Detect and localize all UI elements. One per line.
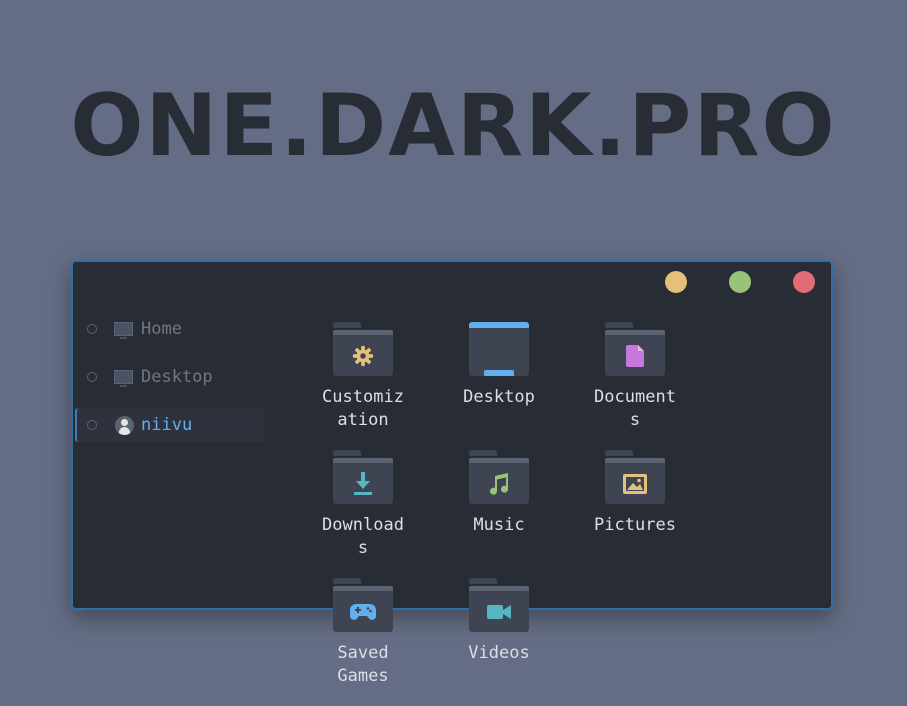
sidebar-item-niivu[interactable]: niivu [75, 408, 264, 442]
folder-icon [333, 578, 393, 632]
sidebar-item-home[interactable]: Home [76, 312, 264, 346]
file-label: Videos [468, 643, 530, 663]
user-icon [114, 415, 134, 435]
close-button[interactable] [793, 271, 815, 293]
radio-indicator [87, 324, 97, 334]
file-manager-window: Home Desktop niivu Customiz ation Deskto… [71, 260, 833, 686]
folder-icon [605, 322, 665, 376]
download-icon [354, 471, 372, 495]
video-camera-icon [487, 604, 511, 619]
file-label: Saved Games [337, 643, 389, 686]
window-controls [665, 271, 815, 293]
maximize-button[interactable] [729, 271, 751, 293]
folder-icon [469, 450, 529, 504]
banner-title: ONE.DARK.PRO [70, 76, 837, 176]
folder-icon [469, 578, 529, 632]
music-note-icon [490, 472, 509, 495]
sidebar: Home Desktop niivu [75, 312, 264, 456]
folder-videos[interactable]: Videos [431, 578, 567, 706]
folder-desktop[interactable]: Desktop [431, 322, 567, 450]
file-label: Pictures [594, 515, 676, 535]
file-label: Music [473, 515, 525, 535]
radio-indicator [87, 420, 97, 430]
file-label: Customiz ation [322, 387, 404, 430]
file-label: Desktop [463, 387, 535, 407]
folder-documents[interactable]: Document s [567, 322, 703, 450]
folder-icon [333, 450, 393, 504]
file-label: Document s [594, 387, 676, 430]
radio-indicator [87, 372, 97, 382]
sidebar-item-label: Desktop [141, 367, 213, 387]
document-icon [626, 344, 644, 367]
gamepad-icon [350, 603, 376, 620]
banner: ONE.DARK.PRO [0, 76, 907, 176]
gear-icon [352, 345, 374, 366]
folder-saved-games[interactable]: Saved Games [295, 578, 431, 706]
desktop-folder-icon [469, 322, 529, 376]
monitor-icon [113, 368, 133, 387]
folder-customization[interactable]: Customiz ation [295, 322, 431, 450]
sidebar-item-label: niivu [141, 415, 193, 435]
file-grid: Customiz ation Desktop Document s Downlo… [295, 322, 811, 706]
folder-downloads[interactable]: Download s [295, 450, 431, 578]
monitor-icon [113, 320, 133, 339]
sidebar-item-desktop[interactable]: Desktop [76, 360, 264, 394]
folder-music[interactable]: Music [431, 450, 567, 578]
picture-icon [623, 473, 647, 494]
minimize-button[interactable] [665, 271, 687, 293]
folder-pictures[interactable]: Pictures [567, 450, 703, 578]
file-label: Download s [322, 515, 404, 558]
folder-icon [605, 450, 665, 504]
sidebar-item-label: Home [141, 319, 182, 339]
folder-icon [333, 322, 393, 376]
